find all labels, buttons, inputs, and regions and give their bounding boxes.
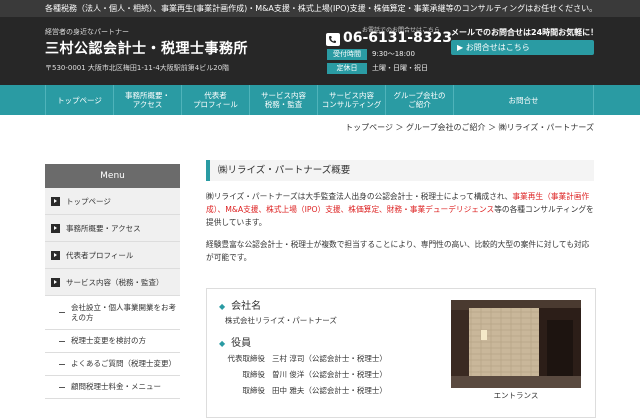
contact-button[interactable]: ▶ お問合せはこちら [451,40,594,55]
page-title: ㈱リライズ・パートナーズ概要 [206,160,594,181]
hours-value: 9:30～18:00 [372,50,415,58]
nav-office[interactable]: 事務所概要・ アクセス [113,85,181,115]
bullet-icon: ◆ [219,339,226,348]
closed-label: 定休日 [327,63,367,74]
sidebar-item-top[interactable]: トップページ [45,188,180,215]
company-name: 株式会社リライズ・パートナーズ [225,316,337,325]
sidebar-item-label: 代表者プロフィール [66,250,134,260]
dash-icon [59,363,65,365]
tagline: 経営者の身近なパートナー [45,28,129,36]
sidebar-item-label: サービス内容（税務・監査） [66,277,164,287]
sidebar-subitem-change[interactable]: 税理士変更を検討の方 [45,330,180,353]
company-heading-text: 会社名 [231,301,262,312]
phone-number[interactable]: 06-6131-8323 [343,30,452,46]
officer-row: 取締役 田中 雅夫（公認会計士・税理士） [225,383,387,399]
officers-heading-text: 役員 [231,338,252,349]
sidebar-item-label: トップページ [66,196,111,206]
sidebar-item-office[interactable]: 事務所概要・アクセス [45,215,180,242]
triangle-icon [51,196,60,206]
entrance-photo [451,300,581,388]
officer-role: 取締役 [242,386,266,395]
sidebar-subitem-fees[interactable]: 顧問税理士料金・メニュー [45,376,180,399]
bullet-icon: ◆ [219,302,226,311]
sidebar-subitem-faq[interactable]: よくあるご質問（税理士変更） [45,353,180,376]
sidebar-item-label: 事務所概要・アクセス [66,223,141,233]
officers-heading: ◆ 役員 [219,334,251,349]
sidebar-subitem-label: 顧問税理士料金・メニュー [71,382,161,391]
nav-contact[interactable]: お問合せ [453,85,594,115]
officer-role: 取締役 [242,370,266,379]
company-heading: ◆ 会社名 [219,297,261,312]
dash-icon [59,386,65,388]
nav-consulting[interactable]: サービス内容 コンサルティング [317,85,385,115]
triangle-icon [51,277,60,287]
site-header: 経営者の身近なパートナー 三村公認会計士・税理士事務所 〒530-0001 大阪… [0,17,640,85]
sidebar-subitem-label: よくあるご質問（税理士変更） [71,359,176,368]
officer-name: 三村 淳司（公認会計士・税理士） [272,354,387,363]
company-info-box: ◆ 会社名 株式会社リライズ・パートナーズ ◆ 役員 代表取締役 三村 淳司（公認会… [206,288,596,418]
nav-tax-audit[interactable]: サービス内容 税務・監査 [249,85,317,115]
top-announcement-bar: 各種税務（法人・個人・相続）、事業再生(事業計画作成)・M&A支援・株式上場(I… [0,0,640,17]
photo-caption: エントランス [493,391,539,400]
sidebar-subitem-label: 会社設立・個人事業開業をお考えの方 [71,302,176,322]
officer-role: 代表取締役 [227,354,266,363]
contact-button-label: お問合せはこちら [465,43,530,52]
firm-logo-title[interactable]: 三村公認会計士・税理士事務所 [45,38,248,58]
closed-value: 土曜・日曜・祝日 [372,64,428,72]
breadcrumb[interactable]: トップページ ＞ グループ会社のご紹介 ＞ ㈱リライズ・パートナーズ [345,122,594,133]
officers-list: 代表取締役 三村 淳司（公認会計士・税理士） 取締役 曽川 俊洋（公認会計士・税… [225,351,387,399]
officer-row: 取締役 曽川 俊洋（公認会計士・税理士） [225,367,387,383]
nav-group[interactable]: グループ会社の ご紹介 [385,85,453,115]
sidebar-subitem-startup[interactable]: 会社設立・個人事業開業をお考えの方 [45,296,180,330]
phone-icon [326,33,340,46]
intro-text-a: ㈱リライズ・パートナーズは大手監査法人出身の公認会計士・税理士によって構成され、 [206,192,513,201]
triangle-icon [51,223,60,233]
triangle-icon [51,250,60,260]
hours-label: 受付時間 [327,49,367,60]
sidebar-subitem-label: 税理士変更を検討の方 [71,336,146,345]
officer-name: 曽川 俊洋（公認会計士・税理士） [272,370,387,379]
sidebar-item-profile[interactable]: 代表者プロフィール [45,242,180,269]
dash-icon [59,340,65,342]
experience-paragraph: 経験豊富な公認会計士・税理士が複数で担当することにより、専門性の高い、比較的大型… [206,240,590,262]
officer-row: 代表取締役 三村 淳司（公認会計士・税理士） [225,351,387,367]
menu-heading: Menu [45,164,180,188]
address: 〒530-0001 大阪市北区梅田1-11-4大阪駅前第4ビル20階 [45,64,230,72]
sidebar: Menu トップページ 事務所概要・アクセス 代表者プロフィール サービス内容（… [45,164,180,399]
nav-top[interactable]: トップページ [45,85,113,115]
arrow-icon: ▶ [457,43,464,52]
intro-paragraph: ㈱リライズ・パートナーズは大手監査法人出身の公認会計士・税理士によって構成され、… [206,190,596,229]
nav-profile[interactable]: 代表者 プロフィール [181,85,249,115]
officer-name: 田中 雅夫（公認会計士・税理士） [272,386,387,395]
mail-heading: メールでのお問合せは24時間お気軽に！ [451,28,599,37]
dash-icon [59,312,65,313]
sidebar-item-services[interactable]: サービス内容（税務・監査） [45,269,180,296]
global-nav: トップページ 事務所概要・ アクセス 代表者 プロフィール サービス内容 税務・監査 … [0,85,640,115]
announcement-text: 各種税務（法人・個人・相続）、事業再生(事業計画作成)・M&A支援・株式上場(I… [45,4,598,13]
